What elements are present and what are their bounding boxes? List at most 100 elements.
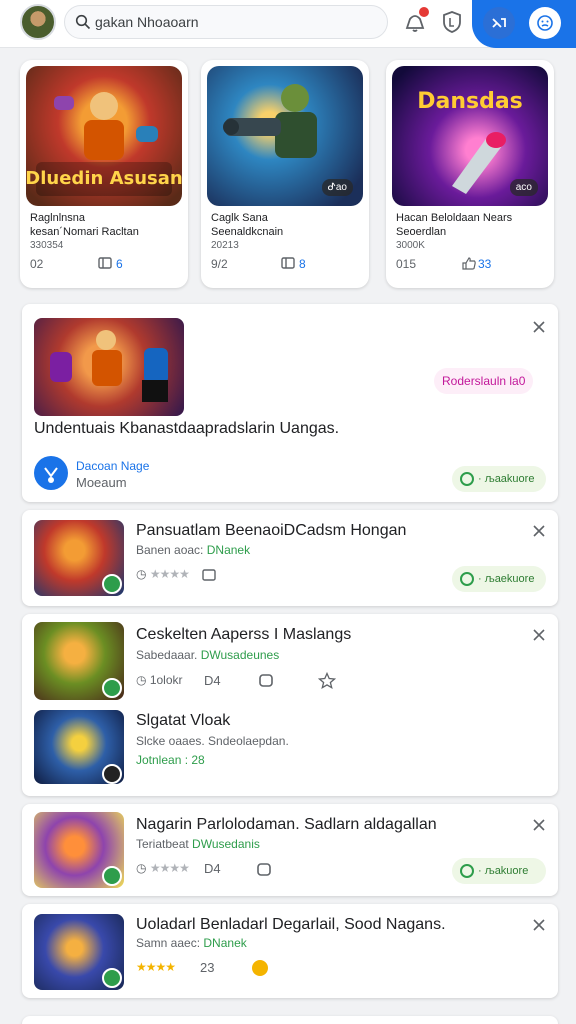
installed-badge-icon bbox=[102, 574, 122, 594]
rating-chip: ᕷaо bbox=[321, 179, 353, 196]
chat-icon bbox=[259, 674, 273, 687]
card-line-3: 3000K bbox=[396, 240, 425, 251]
close-icon[interactable] bbox=[532, 628, 546, 642]
face-icon bbox=[537, 15, 553, 31]
developer-name[interactable]: Dacoan Nage bbox=[76, 459, 149, 473]
search-icon bbox=[75, 14, 91, 30]
app-subtitle: Sabedaaar. DWusadeunes bbox=[136, 648, 280, 662]
install-button[interactable]: · љaakuore bbox=[452, 466, 546, 492]
notification-badge bbox=[419, 7, 429, 17]
card-line-1: Caglk Sana bbox=[211, 212, 268, 224]
install-icon bbox=[460, 864, 474, 878]
app-list-item[interactable]: Pansuatlam BeenaoiDCadsm Hongan Banen ao… bbox=[22, 510, 558, 606]
app-meta-2: D4 bbox=[204, 673, 221, 688]
stars-icon: ★★★★ bbox=[136, 960, 176, 974]
game-art: Dansdas асо bbox=[392, 66, 548, 206]
app-title: Uoladarl Benladarl Degarlail, Sood Nagan… bbox=[136, 916, 446, 933]
app-rating: ◷ ★★★★ bbox=[136, 861, 190, 875]
close-icon[interactable] bbox=[532, 320, 546, 334]
shield-icon[interactable] bbox=[441, 10, 463, 34]
card-line-1: Raglnlnsna bbox=[30, 212, 86, 224]
card-count: 33 bbox=[478, 257, 492, 271]
close-icon[interactable] bbox=[532, 818, 546, 832]
card-stat: 02 bbox=[30, 257, 44, 271]
stars-icon: ★★★★ bbox=[149, 567, 190, 581]
chat-icon bbox=[257, 863, 271, 876]
app-title: Slgatat Vloak bbox=[136, 712, 231, 729]
app-subtitle: Teriatbeat DWusedanis bbox=[136, 837, 260, 851]
app-list-item[interactable]: Uoladarl Benladarl Degarlail, Sood Nagan… bbox=[22, 904, 558, 998]
hero-graphic bbox=[50, 330, 168, 402]
install-label: · љaekuore bbox=[478, 573, 535, 585]
top-bar: gakan Nhoaoarn bbox=[0, 0, 576, 48]
card-count: 8 bbox=[299, 257, 306, 271]
close-icon[interactable] bbox=[532, 524, 546, 538]
installed-badge-icon bbox=[102, 764, 122, 784]
app-status: Jotnlean : 28 bbox=[136, 753, 205, 767]
search-input[interactable]: gakan Nhoaoarn bbox=[64, 5, 388, 39]
card-stat: 9/2 bbox=[211, 257, 228, 271]
promo-image bbox=[34, 318, 184, 416]
bookmark-icon bbox=[202, 569, 216, 581]
game-art: ᕷaо bbox=[207, 66, 363, 206]
app-title: Pansuatlam BeenaoiDCadsm Hongan bbox=[136, 522, 407, 539]
art-title: Dluedin Asusan bbox=[26, 168, 182, 189]
card-line-3: 330354 bbox=[30, 240, 64, 251]
install-label: · љakuore bbox=[478, 865, 529, 877]
installed-badge-icon bbox=[102, 968, 122, 988]
featured-card[interactable]: Dluedin Asusan Raglnlnsna kesan´Nomari R… bbox=[20, 60, 188, 288]
art-title: Dansdas bbox=[417, 89, 523, 114]
hero-graphic: Dluedin Asusan bbox=[26, 92, 182, 196]
emoji-icon bbox=[252, 960, 268, 976]
clock-icon: ◷ bbox=[136, 861, 147, 875]
app-list-item[interactable]: Nagarin Parlolodaman. Sadlarn aldagallan… bbox=[22, 804, 558, 896]
app-meta-2: D4 bbox=[204, 861, 221, 876]
avatar[interactable] bbox=[20, 4, 56, 40]
app-subtitle: Banen aoac: DNanek bbox=[136, 543, 251, 557]
app-meta-2: 23 bbox=[200, 960, 215, 975]
stars-icon: ★★★★ bbox=[149, 861, 190, 875]
app-rating: ◷ ★★★★ bbox=[136, 567, 190, 581]
card-line-2: Seenaldkcnain bbox=[211, 226, 284, 238]
card-count: 6 bbox=[116, 257, 123, 271]
app-subtitle: Slcke oaaes. Sndeolaepdan. bbox=[136, 734, 289, 748]
app-list-item[interactable]: Ceskelten Aaperss I Maslangs Sabedaaar. … bbox=[22, 614, 558, 796]
app-title: Nagarin Parlolodaman. Sadlarn aldagallan bbox=[136, 816, 437, 833]
app-list-item-partial[interactable] bbox=[22, 1016, 558, 1024]
promo-description: Undentuais Kbanastdaapradslarin Uangas. bbox=[34, 420, 340, 437]
card-stat: 015 bbox=[396, 257, 417, 271]
star-outline-icon[interactable] bbox=[318, 672, 336, 690]
install-button[interactable]: · љakuore bbox=[452, 858, 546, 884]
developer-avatar bbox=[34, 456, 68, 490]
clock-icon: ◷ bbox=[136, 673, 147, 687]
like-icon bbox=[462, 257, 476, 270]
card-line-2: Seoerdlan bbox=[396, 226, 447, 238]
app-meta: ◷ 1olokr bbox=[136, 673, 183, 687]
installed-badge-icon bbox=[102, 678, 122, 698]
app-title: Ceskelten Aaperss I Maslangs bbox=[136, 626, 352, 643]
close-icon[interactable] bbox=[532, 918, 546, 932]
game-art: Dluedin Asusan bbox=[26, 66, 182, 206]
developer-sub: Moeaum bbox=[76, 475, 127, 490]
promo-card[interactable]: Roderslauln la0 Undentuais Kbanastdaapra… bbox=[22, 304, 558, 502]
featured-card[interactable]: ᕷaо Caglk Sana Seenaldkcnain 20213 9/2 8 bbox=[201, 60, 369, 288]
bookmark-icon bbox=[281, 257, 295, 269]
profile-button[interactable] bbox=[529, 7, 561, 39]
swap-icon bbox=[492, 18, 506, 28]
card-line-1: Hacan Beloldaan Nears bbox=[396, 212, 513, 224]
card-line-2: kesan´Nomari Racltan bbox=[30, 226, 139, 238]
card-line-3: 20213 bbox=[211, 240, 239, 251]
featured-card[interactable]: Dansdas асо Hacan Beloldaan Nears Seoerd… bbox=[386, 60, 554, 288]
app-rating: ★★★★ bbox=[136, 960, 176, 974]
promo-badge: Roderslauln la0 bbox=[434, 368, 534, 394]
rating-chip: асо bbox=[509, 179, 538, 196]
installed-badge-icon bbox=[102, 866, 122, 886]
app-subtitle: Samn aaec: DNanek bbox=[136, 936, 247, 950]
install-icon bbox=[460, 572, 474, 586]
clock-icon: ◷ bbox=[136, 567, 147, 581]
search-text: gakan Nhoaoarn bbox=[95, 14, 199, 30]
install-button[interactable]: · љaekuore bbox=[452, 566, 546, 592]
bookmark-icon bbox=[98, 257, 112, 269]
switch-account-button[interactable] bbox=[483, 7, 515, 39]
install-icon bbox=[460, 472, 474, 486]
